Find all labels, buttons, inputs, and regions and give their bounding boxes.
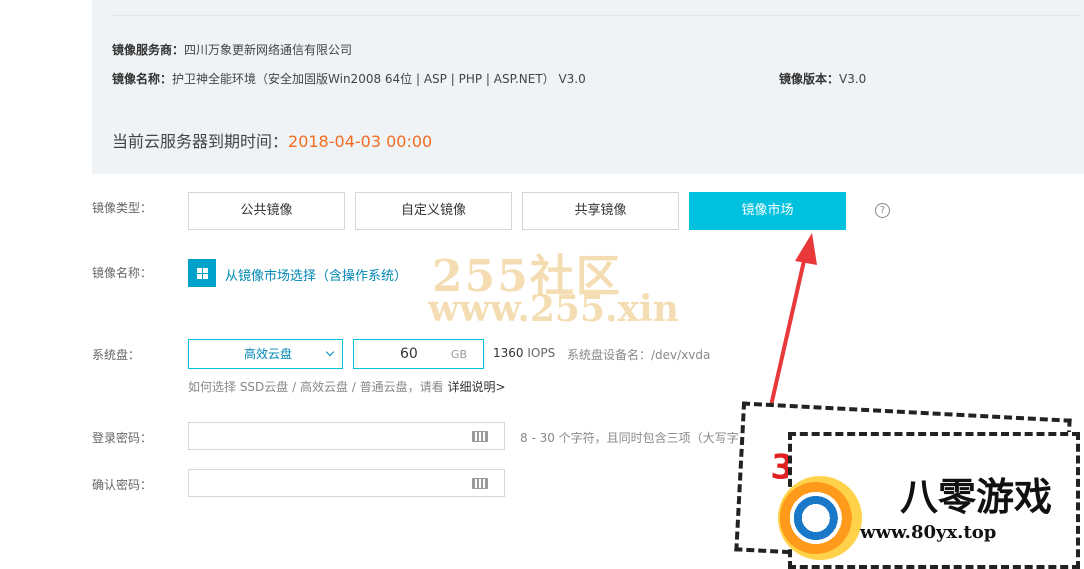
stamp-card-front: 八零游戏 www.80yx.top bbox=[778, 432, 1080, 569]
arrow-head bbox=[795, 233, 817, 265]
stamp-url: www.80yx.top bbox=[860, 522, 997, 543]
stamp-brand: 八零游戏 bbox=[900, 475, 1053, 519]
page: 镜像服务商：四川万象更新网络通信有限公司 镜像名称：护卫神全能环境（安全加固版W… bbox=[0, 0, 1084, 569]
arrow-shaft bbox=[768, 250, 808, 412]
swirl-logo-icon bbox=[778, 476, 862, 560]
watermark-80yx: 3 八零游戏 www.80yx.top bbox=[734, 401, 1084, 569]
